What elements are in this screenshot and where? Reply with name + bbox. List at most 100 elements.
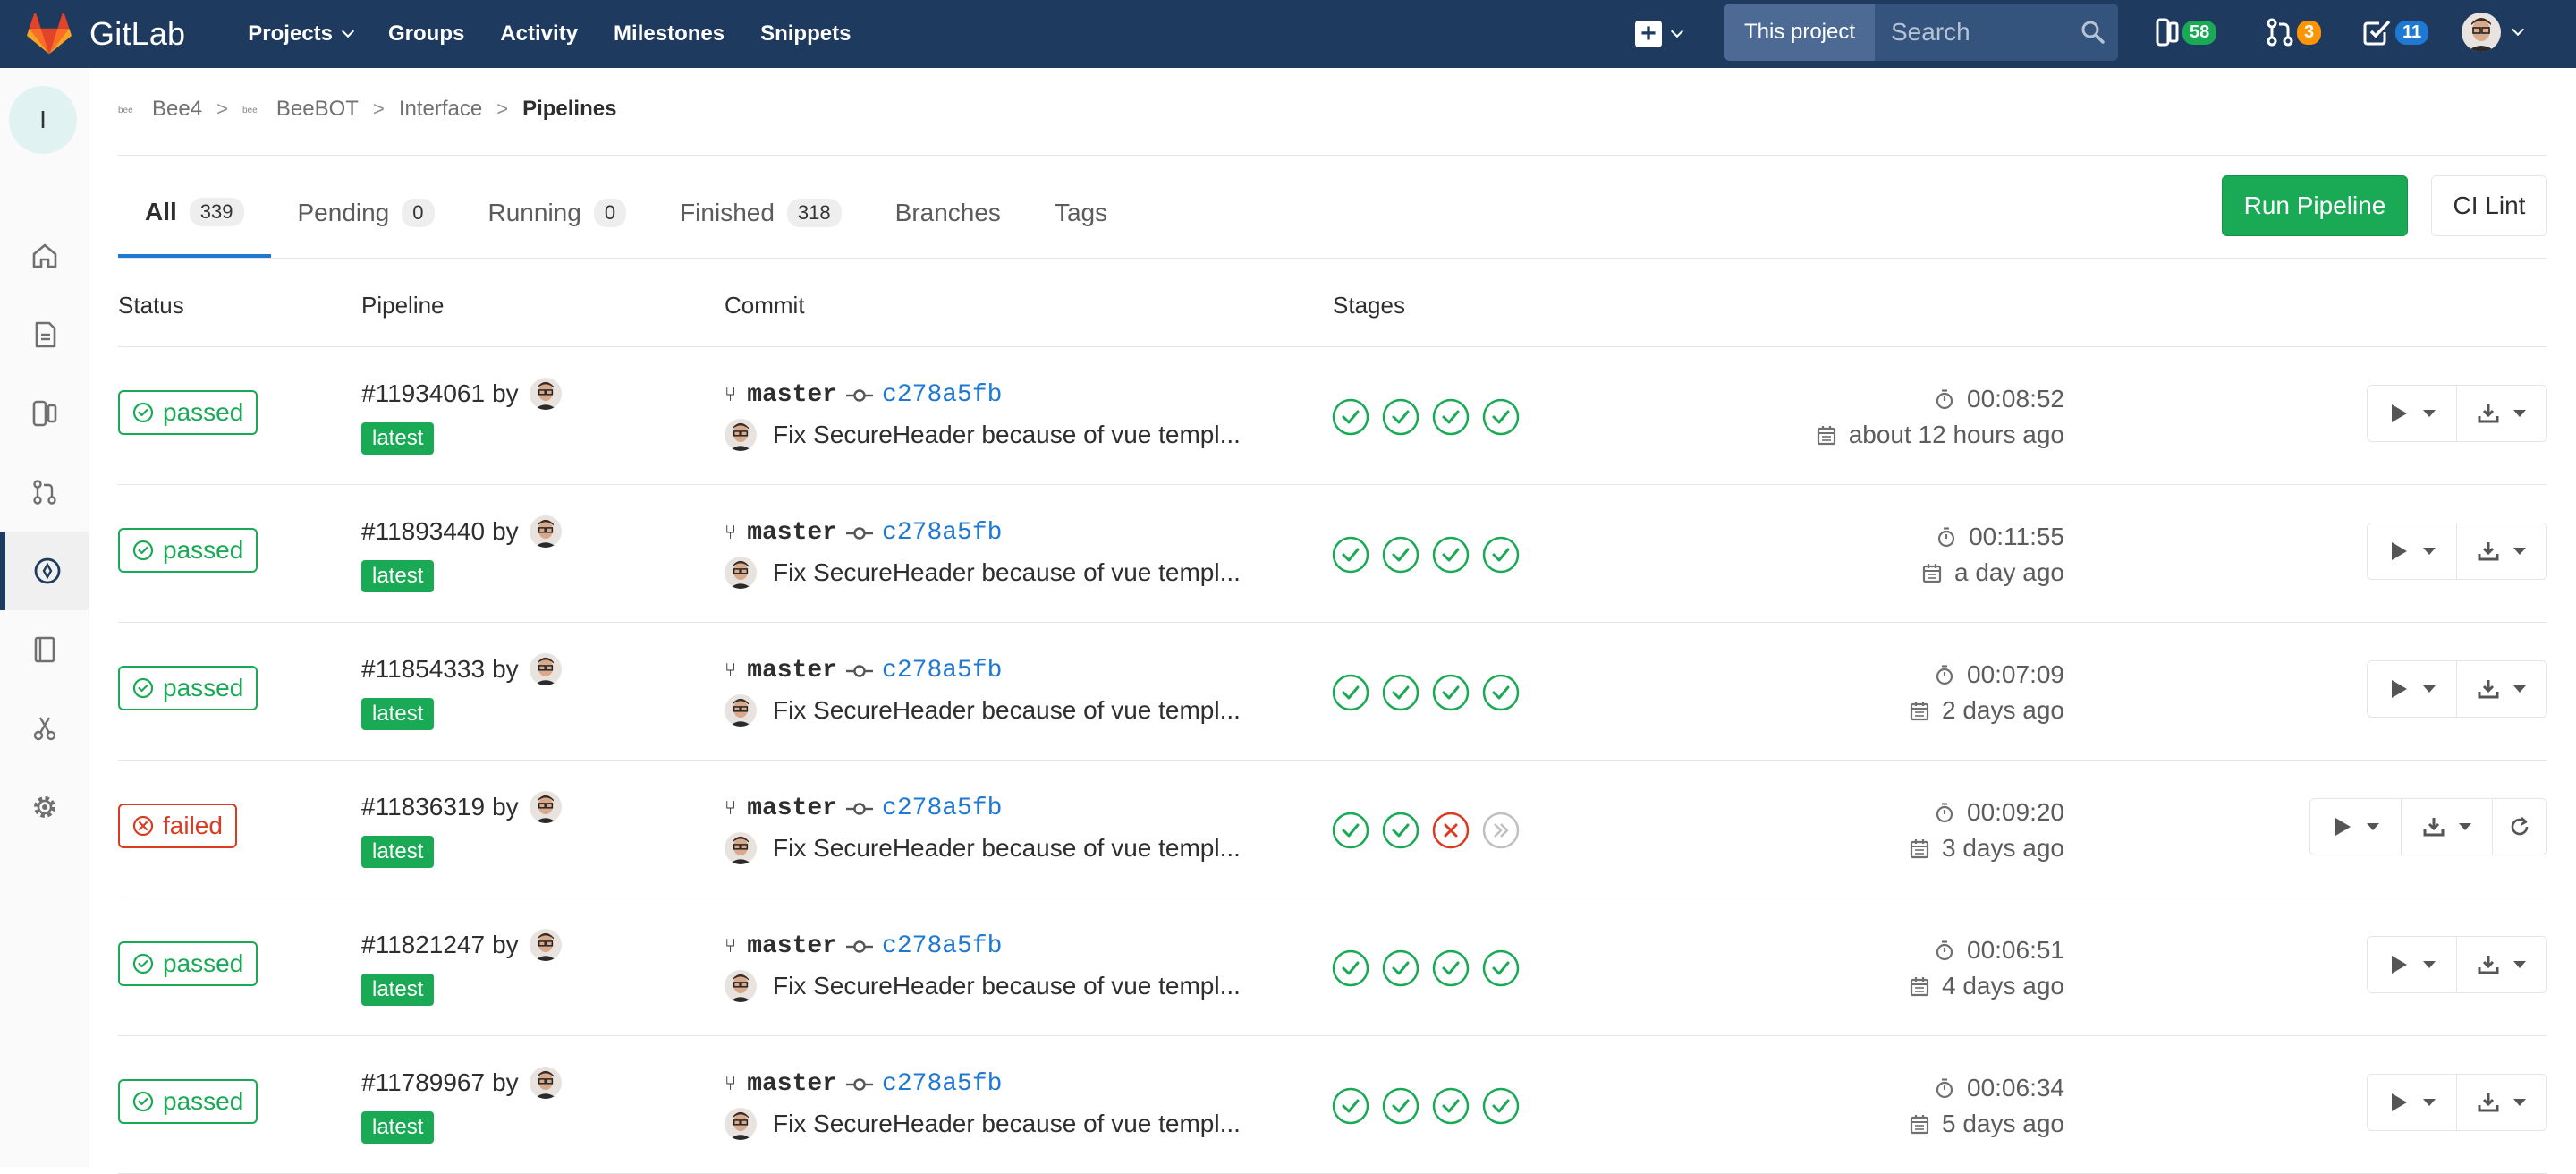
new-item-dropdown[interactable]: + bbox=[1635, 0, 1699, 68]
stage-0-status-success-icon[interactable] bbox=[1331, 673, 1370, 712]
search-input[interactable] bbox=[1891, 18, 2079, 47]
pipeline-link[interactable]: #11854333 bbox=[361, 655, 485, 684]
tab-running[interactable]: Running 0 bbox=[462, 170, 654, 256]
stage-1-status-success-icon[interactable] bbox=[1381, 673, 1420, 712]
user-avatar[interactable] bbox=[529, 791, 562, 823]
stage-0-status-success-icon[interactable] bbox=[1331, 397, 1370, 437]
artifacts-download-dropdown[interactable] bbox=[2457, 1075, 2546, 1130]
commit-author-avatar[interactable] bbox=[724, 557, 757, 589]
nav-snippets[interactable]: Snippets bbox=[760, 21, 851, 47]
breadcrumb-subgroup[interactable]: bee BeeBOT bbox=[242, 97, 359, 122]
branch-link[interactable]: master bbox=[747, 381, 837, 409]
manual-play-dropdown[interactable] bbox=[2368, 937, 2457, 992]
breadcrumb-project[interactable]: Interface bbox=[399, 97, 482, 122]
manual-play-dropdown[interactable] bbox=[2368, 386, 2457, 441]
project-avatar[interactable]: I bbox=[9, 86, 77, 154]
stage-2-status-success-icon[interactable] bbox=[1431, 949, 1470, 988]
status-badge[interactable]: passed bbox=[118, 666, 258, 710]
tab-all[interactable]: All 339 bbox=[118, 170, 271, 258]
sidebar-item-ci-cd[interactable] bbox=[0, 532, 89, 610]
branch-link[interactable]: master bbox=[747, 795, 837, 822]
user-menu[interactable] bbox=[2462, 13, 2525, 52]
artifacts-download-dropdown[interactable] bbox=[2457, 523, 2546, 579]
stage-0-status-success-icon[interactable] bbox=[1331, 535, 1370, 574]
user-avatar[interactable] bbox=[529, 1067, 562, 1099]
sidebar-item-issues[interactable] bbox=[0, 374, 89, 453]
sidebar-item-snippets[interactable] bbox=[0, 689, 89, 768]
commit-author-avatar[interactable] bbox=[724, 419, 757, 451]
sidebar-item-wiki[interactable] bbox=[0, 610, 89, 689]
todos-link[interactable]: 11 bbox=[2363, 18, 2429, 47]
tab-pending[interactable]: Pending 0 bbox=[271, 170, 462, 256]
branch-link[interactable]: master bbox=[747, 932, 837, 960]
commit-sha-link[interactable]: c278a5fb bbox=[882, 932, 1002, 960]
sidebar-item-settings[interactable] bbox=[0, 768, 89, 846]
status-badge[interactable]: passed bbox=[118, 528, 258, 573]
nav-milestones[interactable]: Milestones bbox=[614, 21, 724, 47]
commit-sha-link[interactable]: c278a5fb bbox=[882, 795, 1002, 822]
commit-title-link[interactable]: Fix SecureHeader because of vue templ... bbox=[773, 558, 1241, 587]
stage-3-status-success-icon[interactable] bbox=[1481, 535, 1521, 574]
manual-play-dropdown[interactable] bbox=[2368, 523, 2457, 579]
issues-link[interactable]: 58 bbox=[2156, 18, 2217, 47]
status-badge[interactable]: failed bbox=[118, 804, 237, 848]
commit-author-avatar[interactable] bbox=[724, 694, 757, 727]
stage-3-status-success-icon[interactable] bbox=[1481, 673, 1521, 712]
branch-link[interactable]: master bbox=[747, 657, 837, 685]
pipeline-link[interactable]: #11893440 bbox=[361, 517, 485, 546]
manual-play-dropdown[interactable] bbox=[2368, 1075, 2457, 1130]
status-badge[interactable]: passed bbox=[118, 941, 258, 986]
artifacts-download-dropdown[interactable] bbox=[2457, 386, 2546, 441]
stage-3-status-success-icon[interactable] bbox=[1481, 949, 1521, 988]
commit-title-link[interactable]: Fix SecureHeader because of vue templ... bbox=[773, 1110, 1241, 1138]
status-badge[interactable]: passed bbox=[118, 390, 258, 435]
stage-2-status-success-icon[interactable] bbox=[1431, 535, 1470, 574]
commit-title-link[interactable]: Fix SecureHeader because of vue templ... bbox=[773, 421, 1241, 449]
stage-2-status-success-icon[interactable] bbox=[1431, 673, 1470, 712]
commit-sha-link[interactable]: c278a5fb bbox=[882, 657, 1002, 685]
tab-finished[interactable]: Finished 318 bbox=[653, 170, 869, 256]
commit-sha-link[interactable]: c278a5fb bbox=[882, 519, 1002, 547]
stage-2-status-success-icon[interactable] bbox=[1431, 397, 1470, 437]
breadcrumb-current[interactable]: Pipelines bbox=[522, 97, 616, 122]
nav-activity[interactable]: Activity bbox=[500, 21, 578, 47]
artifacts-download-dropdown[interactable] bbox=[2457, 937, 2546, 992]
commit-author-avatar[interactable] bbox=[724, 1108, 757, 1140]
branch-link[interactable]: master bbox=[747, 1070, 837, 1098]
nav-projects[interactable]: Projects bbox=[248, 21, 355, 47]
pipeline-link[interactable]: #11934061 bbox=[361, 379, 485, 408]
user-avatar[interactable] bbox=[529, 929, 562, 961]
branch-link[interactable]: master bbox=[747, 519, 837, 547]
manual-play-dropdown[interactable] bbox=[2310, 799, 2402, 855]
run-pipeline-button[interactable]: Run Pipeline bbox=[2222, 175, 2408, 236]
stage-3-status-success-icon[interactable] bbox=[1481, 397, 1521, 437]
stage-0-status-success-icon[interactable] bbox=[1331, 1086, 1370, 1126]
sidebar-item-project[interactable] bbox=[0, 217, 89, 295]
user-avatar[interactable] bbox=[529, 378, 562, 410]
retry-button[interactable] bbox=[2493, 799, 2546, 855]
pipeline-link[interactable]: #11821247 bbox=[361, 931, 485, 959]
new-item-button[interactable]: + bbox=[1635, 21, 1699, 47]
commit-author-avatar[interactable] bbox=[724, 832, 757, 864]
gitlab-home-link[interactable]: GitLab bbox=[27, 0, 185, 68]
stage-3-status-skipped-icon[interactable] bbox=[1481, 811, 1521, 850]
pipeline-link[interactable]: #11836319 bbox=[361, 793, 485, 821]
commit-sha-link[interactable]: c278a5fb bbox=[882, 1070, 1002, 1098]
commit-sha-link[interactable]: c278a5fb bbox=[882, 381, 1002, 409]
commit-title-link[interactable]: Fix SecureHeader because of vue templ... bbox=[773, 834, 1241, 863]
stage-1-status-success-icon[interactable] bbox=[1381, 535, 1420, 574]
stage-1-status-success-icon[interactable] bbox=[1381, 811, 1420, 850]
stage-1-status-success-icon[interactable] bbox=[1381, 397, 1420, 437]
merge-requests-link[interactable]: 3 bbox=[2267, 18, 2322, 47]
tab-branches[interactable]: Branches bbox=[869, 170, 1028, 256]
commit-author-avatar[interactable] bbox=[724, 970, 757, 1002]
commit-title-link[interactable]: Fix SecureHeader because of vue templ... bbox=[773, 972, 1241, 1000]
sidebar-item-repository[interactable] bbox=[0, 295, 89, 374]
stage-2-status-success-icon[interactable] bbox=[1431, 1086, 1470, 1126]
stage-3-status-success-icon[interactable] bbox=[1481, 1086, 1521, 1126]
breadcrumb-group[interactable]: bee Bee4 bbox=[118, 97, 202, 122]
stage-2-status-failed-icon[interactable] bbox=[1431, 811, 1470, 850]
stage-0-status-success-icon[interactable] bbox=[1331, 811, 1370, 850]
stage-1-status-success-icon[interactable] bbox=[1381, 949, 1420, 988]
stage-0-status-success-icon[interactable] bbox=[1331, 949, 1370, 988]
